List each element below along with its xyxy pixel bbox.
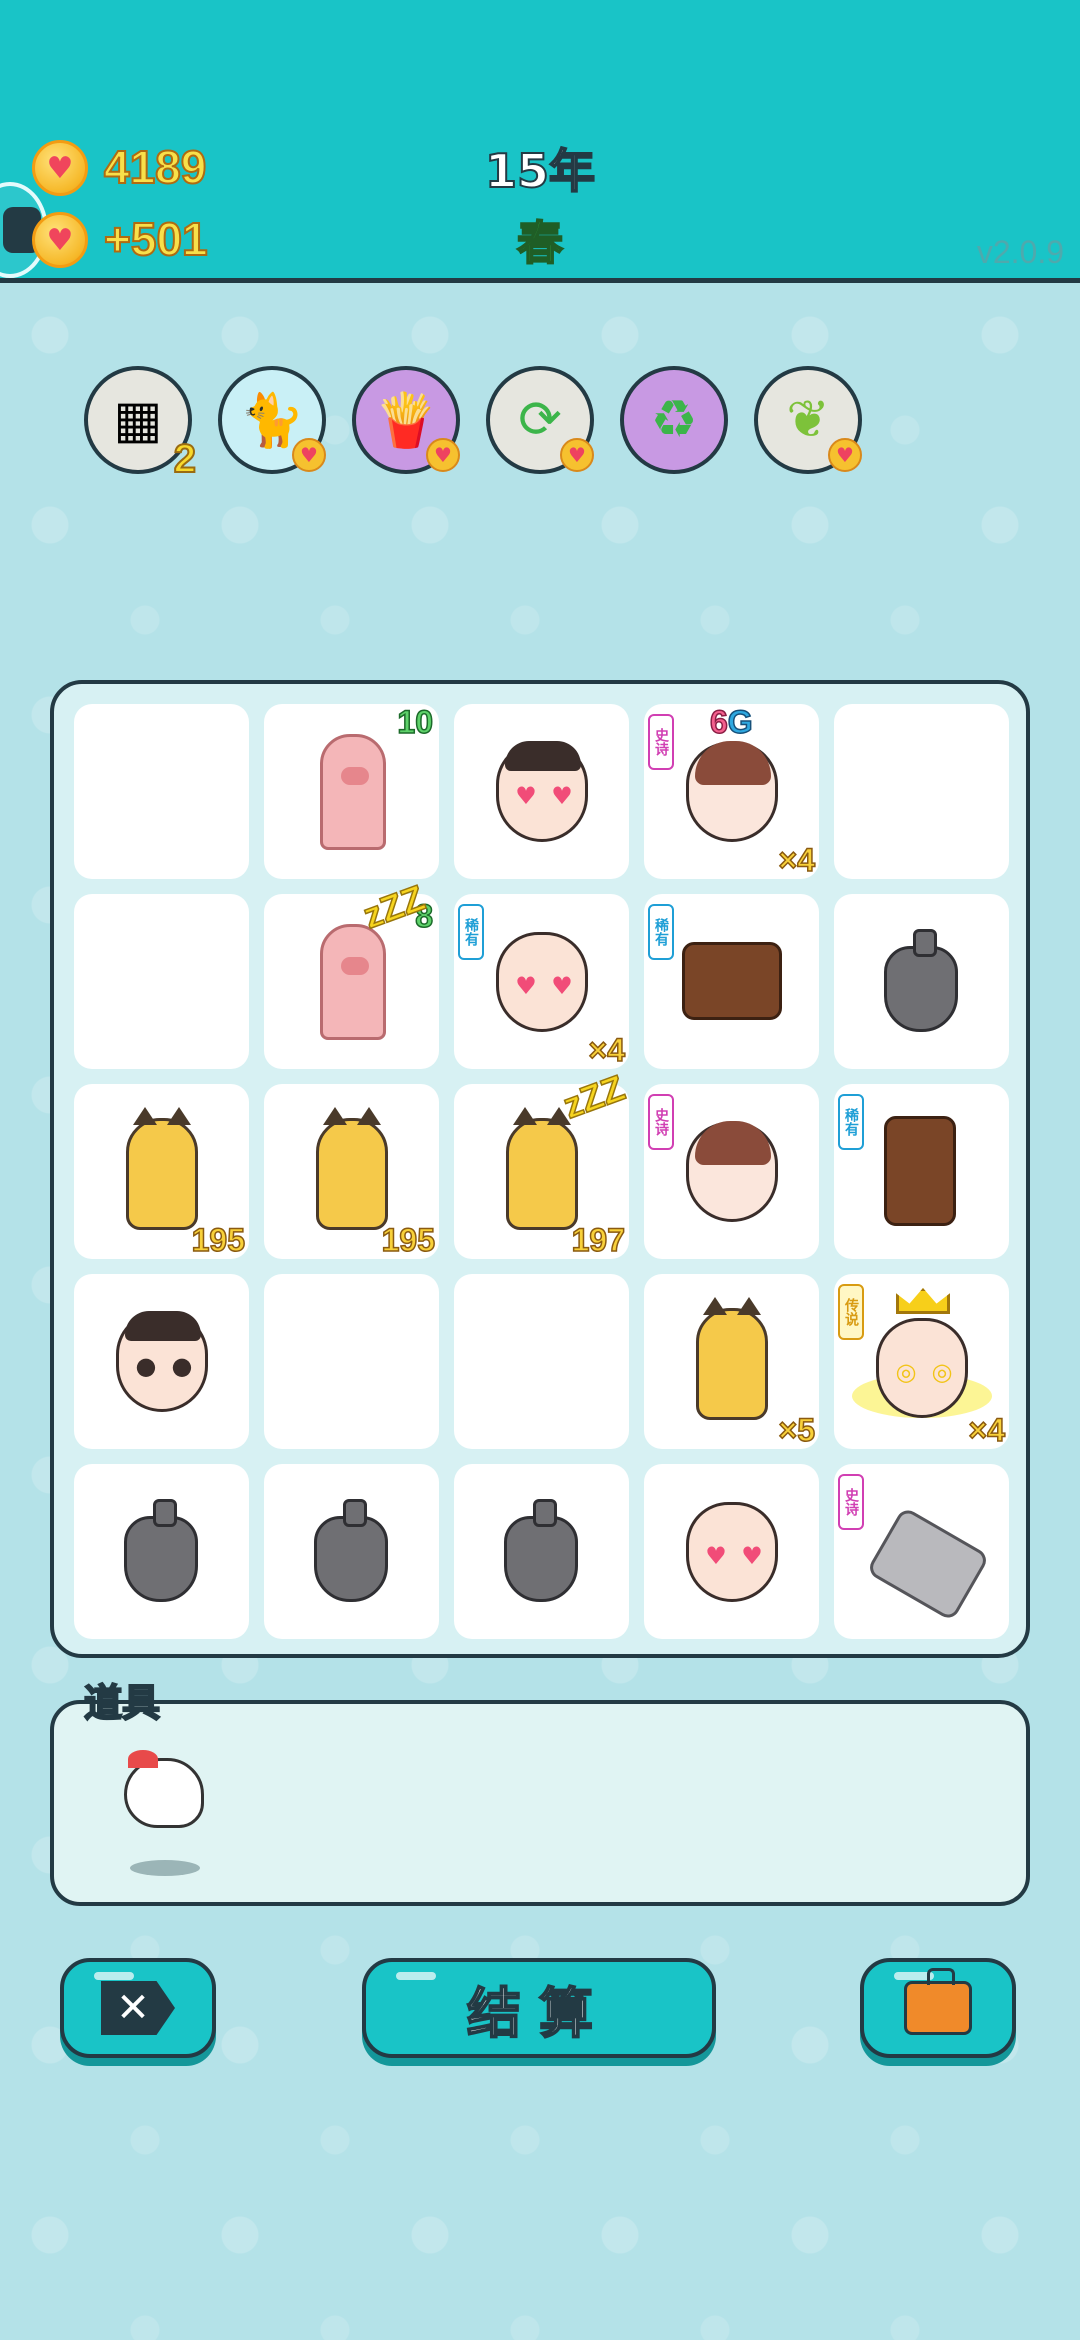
board-cell-pig[interactable]: 10	[264, 703, 439, 879]
close-icon: ✕	[101, 1981, 175, 2035]
recycle-icon: ♻	[650, 390, 698, 450]
year-label: 15年	[484, 143, 596, 199]
crown-icon	[896, 1288, 950, 1314]
egg-tray-buff[interactable]: ▦ 2	[84, 366, 197, 482]
fries-icon: 🍟	[373, 390, 439, 451]
leaf-icon: ❦	[786, 390, 830, 450]
cat-icon	[696, 1297, 768, 1420]
girl-counter: 6G	[709, 703, 753, 741]
cat-counter: 197	[571, 1221, 626, 1259]
girl-braids-icon	[686, 1121, 778, 1222]
girl-multiplier: ×4	[778, 841, 816, 879]
buff-count: 2	[173, 436, 197, 482]
board-cell-trash[interactable]	[834, 894, 1009, 1069]
bald-multiplier: ×4	[588, 1031, 626, 1069]
trash-bag-icon	[314, 1499, 388, 1602]
board-cell-girl[interactable]: 史诗	[644, 1084, 819, 1259]
epic-tag: 史诗	[648, 714, 674, 770]
trash-bag-icon	[884, 929, 958, 1032]
board-cell-man-love[interactable]: ♥ ♥	[454, 704, 629, 879]
coin-icon: ♥	[32, 140, 88, 196]
old-king-icon: ◎ ◎	[876, 1318, 968, 1418]
board-cell-hand-brown[interactable]: 稀有	[644, 894, 819, 1069]
board-cell-old-man[interactable]: ♥ ♥	[644, 1464, 819, 1639]
recycle-buff[interactable]: ♻	[620, 366, 728, 474]
board-cell-trash[interactable]	[454, 1464, 629, 1639]
cat-counter: 195	[381, 1221, 436, 1259]
remove-button[interactable]: ✕	[60, 1958, 216, 2058]
old-man-heart-glasses-icon: ♥ ♥	[686, 1502, 778, 1602]
version-label: v2.0.9	[976, 234, 1064, 270]
heart-badge-icon: ♥	[560, 438, 594, 472]
heart-badge-icon: ♥	[828, 438, 862, 472]
bald-heart-eyes-icon: ♥ ♥	[496, 932, 588, 1032]
heart-badge-icon: ♥	[426, 438, 460, 472]
pig-counter: 10	[397, 703, 434, 741]
board-cell-trash[interactable]	[74, 1464, 249, 1639]
white-bird-item-icon[interactable]	[118, 1748, 210, 1876]
trash-bag-icon	[124, 1499, 198, 1602]
board-cell-cat-sleeping[interactable]: zZZ 197	[454, 1066, 631, 1259]
leaf-buff[interactable]: ❦ ♥	[754, 366, 862, 474]
board-cell-cat[interactable]: 195	[264, 1084, 439, 1259]
legend-tag: 传说	[838, 1284, 864, 1340]
cat-buff[interactable]: 🐈 ♥	[218, 366, 326, 474]
board-cell-girl[interactable]: 史诗 6G ×4	[644, 703, 819, 879]
pig-icon	[320, 734, 386, 850]
board-cell-hand-down[interactable]: 稀有	[834, 1084, 1009, 1259]
game-board: 10 ♥ ♥ 史诗 6G ×4 8 zZZ 稀有 ♥ ♥ ×4 稀有 195 195…	[50, 680, 1030, 1658]
egg-tray-icon: ▦	[113, 390, 163, 450]
cat-icon	[316, 1107, 388, 1230]
cat-multiplier: ×5	[778, 1411, 816, 1449]
pig-icon	[320, 924, 386, 1040]
board-cell-cat[interactable]: 195	[74, 1084, 249, 1259]
board-cell-empty[interactable]	[834, 704, 1009, 879]
inventory-button[interactable]	[860, 1958, 1016, 2058]
board-cell-empty[interactable]	[74, 704, 249, 879]
board-cell-empty[interactable]	[454, 1274, 629, 1449]
epic-tag: 史诗	[648, 1094, 674, 1150]
cat-counter: 195	[191, 1221, 246, 1259]
pointing-hand-icon	[682, 942, 782, 1020]
grey-pointing-hand-icon	[865, 1506, 991, 1622]
settle-button[interactable]: 结算	[362, 1958, 716, 2058]
refresh-buff[interactable]: ⟳ ♥	[486, 366, 594, 474]
fries-buff[interactable]: 🍟 ♥	[352, 366, 460, 474]
sleeping-zzz-icon: zZZ	[557, 1066, 631, 1127]
income-coin-icon: ♥	[32, 212, 88, 268]
rare-tag: 稀有	[838, 1094, 864, 1150]
briefcase-icon	[904, 1968, 972, 2035]
board-cell-pig-sleeping[interactable]: 8 zZZ	[264, 876, 439, 1069]
board-cell-empty[interactable]	[264, 1274, 439, 1449]
rare-tag: 稀有	[458, 904, 484, 960]
heart-badge-icon: ♥	[292, 438, 326, 472]
king-multiplier: ×4	[968, 1411, 1006, 1449]
board-cell-king[interactable]: 传说 ◎ ◎ ×4	[834, 1274, 1009, 1449]
cat-icon	[126, 1107, 198, 1230]
season-label: 春	[516, 215, 564, 271]
man-heart-eyes-icon: ♥ ♥	[496, 741, 588, 842]
board-cell-empty[interactable]	[74, 894, 249, 1069]
cat-buff-icon: 🐈	[239, 390, 305, 451]
cat-icon	[506, 1107, 578, 1230]
man-face-icon: ● ●	[116, 1311, 208, 1412]
board-cell-trash[interactable]	[264, 1464, 439, 1639]
items-label: 道具	[83, 1680, 161, 1726]
board-cell-man[interactable]: ● ●	[74, 1274, 249, 1449]
board-cell-hand-grey[interactable]: 史诗	[834, 1464, 1009, 1639]
coin-balance: 4189	[103, 140, 207, 194]
top-bar: ♥ 4189 ♥ +501 15年 春 v2.0.9	[0, 0, 1080, 283]
girl-braids-icon	[686, 741, 778, 842]
refresh-icon: ⟳	[518, 390, 562, 450]
board-cell-bald-man[interactable]: 稀有 ♥ ♥ ×4	[454, 894, 629, 1069]
rare-tag: 稀有	[648, 904, 674, 960]
coin-income: +501	[103, 212, 209, 266]
settle-label: 结算	[466, 1981, 611, 2046]
pointing-down-hand-icon	[884, 1116, 956, 1226]
trash-bag-icon	[504, 1499, 578, 1602]
board-cell-cat[interactable]: ×5	[644, 1274, 819, 1449]
epic-tag: 史诗	[838, 1474, 864, 1530]
